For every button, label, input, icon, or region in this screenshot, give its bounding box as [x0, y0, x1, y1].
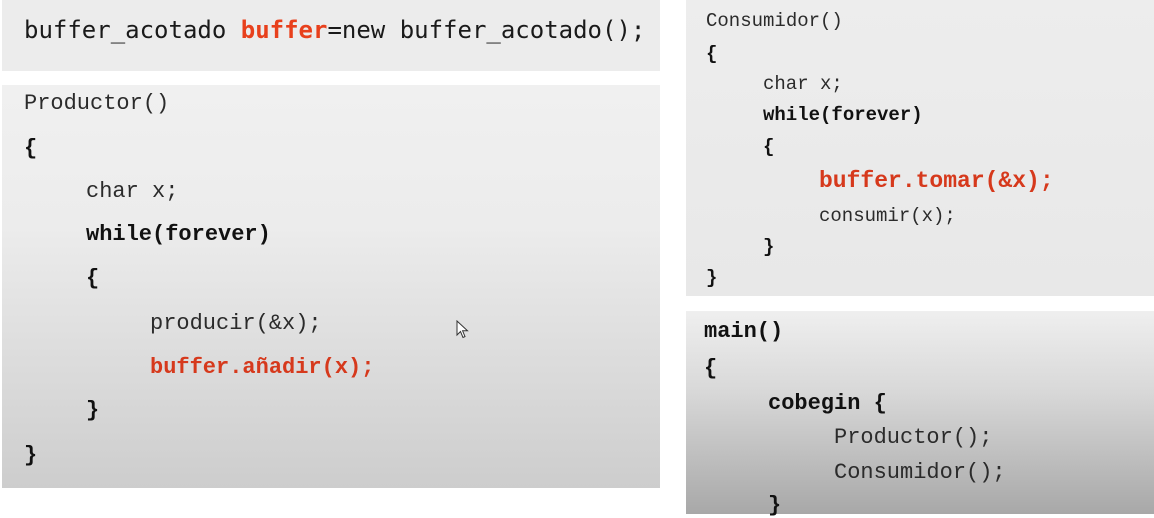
- declaration-keyword: buffer: [240, 16, 328, 44]
- consumidor-close-brace: }: [706, 267, 718, 289]
- background-gap: [660, 0, 686, 514]
- consumidor-tomar-call: buffer.tomar(&x);: [819, 168, 1054, 194]
- productor-producir-call: producir(&x);: [150, 311, 322, 336]
- main-open-brace: {: [704, 356, 718, 381]
- main-cobegin: cobegin {: [768, 391, 887, 416]
- main-signature: main(): [704, 319, 784, 344]
- productor-anadir-call: buffer.añadir(x);: [150, 355, 375, 380]
- declaration-prefix: buffer_acotado: [24, 16, 241, 44]
- main-productor-call: Productor();: [834, 425, 993, 450]
- main-cobegin-close-brace: }: [768, 493, 782, 518]
- buffer-declaration-panel: buffer_acotado buffer=new buffer_acotado…: [2, 0, 660, 71]
- productor-while-open-brace: {: [86, 266, 100, 291]
- consumidor-while: while(forever): [763, 104, 923, 126]
- productor-char-decl: char x;: [86, 179, 179, 204]
- declaration-suffix: =new buffer_acotado();: [327, 16, 646, 44]
- productor-open-brace: {: [24, 136, 38, 161]
- consumidor-consumir-call: consumir(x);: [819, 205, 956, 227]
- productor-signature: Productor(): [24, 91, 170, 116]
- consumidor-while-open-brace: {: [763, 136, 775, 158]
- consumidor-signature: Consumidor(): [706, 10, 843, 32]
- mouse-pointer-icon: [456, 320, 469, 339]
- consumidor-code-panel: Consumidor() { char x; while(forever) { …: [686, 0, 1154, 296]
- productor-code-panel: Productor() { char x; while(forever) { p…: [2, 85, 660, 488]
- consumidor-open-brace: {: [706, 43, 718, 65]
- productor-while: while(forever): [86, 222, 271, 247]
- main-consumidor-call: Consumidor();: [834, 460, 1006, 485]
- buffer-declaration-line: buffer_acotado buffer=new buffer_acotado…: [24, 16, 645, 44]
- main-code-panel: main() { cobegin { Productor(); Consumid…: [686, 311, 1154, 518]
- productor-while-close-brace: }: [86, 398, 100, 423]
- productor-close-brace: }: [24, 443, 38, 468]
- consumidor-while-close-brace: }: [763, 236, 775, 258]
- consumidor-char-decl: char x;: [763, 73, 843, 95]
